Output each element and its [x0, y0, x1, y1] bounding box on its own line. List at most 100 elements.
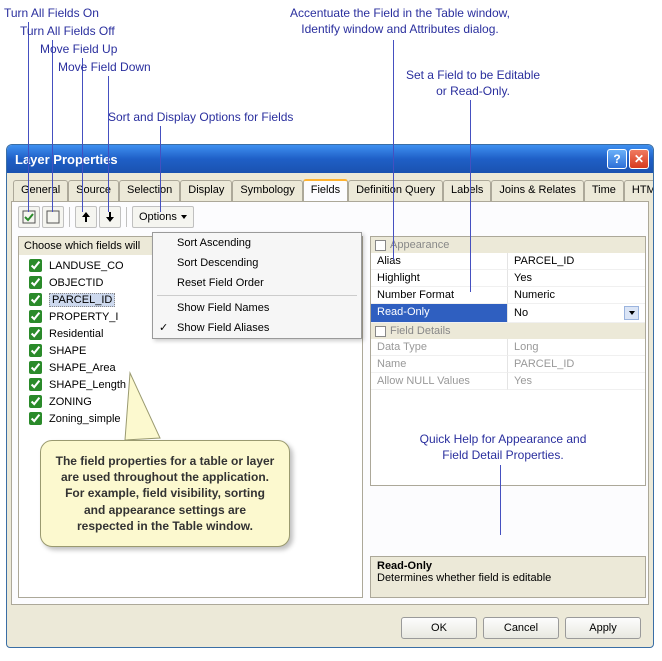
arrow-up-icon [79, 210, 93, 224]
tab-display[interactable]: Display [180, 180, 232, 202]
tab-definition-query[interactable]: Definition Query [348, 180, 443, 202]
titlebar: Layer Properties ? ✕ [7, 145, 653, 173]
field-label: OBJECTID [49, 277, 103, 289]
menu-show-aliases[interactable]: ✓Show Field Aliases [153, 318, 361, 338]
prop-key: Alias [371, 253, 508, 270]
tab-selection[interactable]: Selection [119, 180, 180, 202]
layer-properties-dialog: Layer Properties ? ✕ General Source Sele… [6, 144, 654, 648]
prop-value[interactable]: PARCEL_ID [508, 253, 645, 270]
turn-all-on-button[interactable] [18, 206, 40, 228]
cancel-button[interactable]: Cancel [483, 617, 559, 639]
prop-row[interactable]: AliasPARCEL_ID [371, 253, 645, 270]
dialog-buttonrow: OK Cancel Apply [401, 617, 641, 639]
move-up-button[interactable] [75, 206, 97, 228]
tab-general[interactable]: General [13, 180, 68, 202]
prop-row-selected[interactable]: Read-Only No [371, 304, 645, 323]
options-dropdown: Sort Ascending Sort Descending Reset Fie… [152, 232, 362, 339]
annotation-accentuate: Accentuate the Field in the Table window… [260, 6, 540, 37]
prop-value: Yes [508, 373, 645, 390]
options-label: Options [139, 211, 177, 223]
field-label: PARCEL_ID [49, 293, 115, 307]
annotation-editable: Set a Field to be Editable or Read-Only. [388, 68, 558, 99]
field-label: SHAPE_Area [49, 362, 116, 374]
prop-row[interactable]: Number FormatNumeric [371, 287, 645, 304]
prop-value[interactable]: Yes [508, 270, 645, 287]
field-checkbox[interactable] [29, 412, 42, 425]
field-label: SHAPE_Length [49, 379, 126, 391]
field-checkbox[interactable] [29, 310, 42, 323]
field-label: PROPERTY_I [49, 311, 119, 323]
field-checkbox[interactable] [29, 361, 42, 374]
menu-label: Show Field Aliases [177, 322, 269, 334]
help-title: Read-Only [377, 560, 639, 572]
field-row[interactable]: ZONING [23, 393, 358, 410]
prop-key: Name [371, 356, 508, 373]
tab-symbology[interactable]: Symbology [232, 180, 302, 202]
tab-joins[interactable]: Joins & Relates [491, 180, 583, 202]
field-label: Zoning_simple [49, 413, 121, 425]
field-checkbox[interactable] [29, 276, 42, 289]
field-checkbox[interactable] [29, 344, 42, 357]
separator [69, 207, 70, 227]
prop-value[interactable]: No [508, 304, 645, 323]
apply-button[interactable]: Apply [565, 617, 641, 639]
annotation-move-down: Move Field Down [58, 60, 151, 76]
turn-all-off-button[interactable] [42, 206, 64, 228]
field-row[interactable]: SHAPE [23, 342, 358, 359]
group-appearance[interactable]: Appearance [371, 237, 645, 253]
help-button[interactable]: ? [607, 149, 627, 169]
menu-separator [157, 295, 357, 296]
menu-sort-ascending[interactable]: Sort Ascending [153, 233, 361, 253]
help-body: Determines whether field is editable [377, 572, 639, 584]
tab-source[interactable]: Source [68, 180, 119, 202]
field-checkbox[interactable] [29, 327, 42, 340]
callout-note: The field properties for a table or laye… [40, 440, 290, 547]
prop-value[interactable]: Numeric [508, 287, 645, 304]
tab-fields[interactable]: Fields [303, 179, 348, 201]
ok-button[interactable]: OK [401, 617, 477, 639]
group-details[interactable]: Field Details [371, 323, 645, 339]
annotation-sort-opts: Sort and Display Options for Fields [108, 110, 293, 126]
arrow-down-icon [103, 210, 117, 224]
prop-row: NamePARCEL_ID [371, 356, 645, 373]
property-grid: Appearance AliasPARCEL_ID HighlightYes N… [370, 236, 646, 486]
field-checkbox[interactable] [29, 259, 42, 272]
annotation-turn-off: Turn All Fields Off [20, 24, 115, 40]
field-checkbox[interactable] [29, 293, 42, 306]
toolbar: Options [12, 202, 648, 232]
menu-show-names[interactable]: Show Field Names [153, 298, 361, 318]
prop-row: Allow NULL ValuesYes [371, 373, 645, 390]
window-title: Layer Properties [15, 152, 118, 167]
menu-sort-descending[interactable]: Sort Descending [153, 253, 361, 273]
tab-time[interactable]: Time [584, 180, 624, 202]
prop-value: Long [508, 339, 645, 356]
field-row[interactable]: SHAPE_Length [23, 376, 358, 393]
prop-key: Read-Only [371, 304, 508, 323]
prop-key: Number Format [371, 287, 508, 304]
chevron-down-icon [181, 215, 187, 219]
menu-reset-order[interactable]: Reset Field Order [153, 273, 361, 293]
field-label: LANDUSE_CO [49, 260, 124, 272]
prop-row[interactable]: HighlightYes [371, 270, 645, 287]
annotation-turn-on: Turn All Fields On [4, 6, 99, 22]
field-label: SHAPE [49, 345, 86, 357]
tab-strip: General Source Selection Display Symbolo… [7, 173, 653, 201]
tab-html-popup[interactable]: HTML Popup [624, 180, 654, 202]
options-button[interactable]: Options [132, 206, 194, 228]
annotation-move-up: Move Field Up [40, 42, 117, 58]
field-row[interactable]: SHAPE_Area [23, 359, 358, 376]
prop-value-text: No [514, 307, 528, 319]
dropdown-button[interactable] [624, 306, 639, 320]
chevron-down-icon [629, 311, 635, 315]
close-button[interactable]: ✕ [629, 149, 649, 169]
field-checkbox[interactable] [29, 395, 42, 408]
field-label: Residential [49, 328, 103, 340]
prop-row: Data TypeLong [371, 339, 645, 356]
field-checkbox[interactable] [29, 378, 42, 391]
field-row[interactable]: Zoning_simple [23, 410, 358, 427]
move-down-button[interactable] [99, 206, 121, 228]
prop-key: Allow NULL Values [371, 373, 508, 390]
field-label: ZONING [49, 396, 92, 408]
prop-value: PARCEL_ID [508, 356, 645, 373]
tab-labels[interactable]: Labels [443, 180, 491, 202]
